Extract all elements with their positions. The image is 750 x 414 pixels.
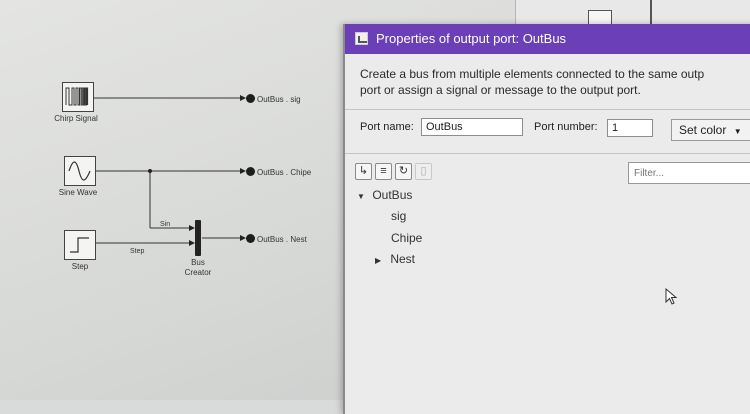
sine-wave-block[interactable] — [64, 156, 96, 186]
bus-creator-label: Bus Creator — [184, 258, 212, 277]
dialog-titlebar[interactable]: Properties of output port: OutBus — [345, 24, 750, 54]
expanded-arrow-icon[interactable]: ▼ — [357, 192, 369, 201]
background-divider — [650, 0, 652, 26]
background-window — [515, 0, 750, 26]
chirp-waveform-icon — [65, 87, 89, 106]
sine-wave-label: Sine Wave — [58, 188, 98, 197]
set-color-label: Set color — [679, 123, 727, 137]
add-element-icon[interactable]: ↳ — [355, 163, 372, 180]
outport-sig-label: OutBus . sig — [257, 95, 301, 104]
step-block[interactable] — [64, 230, 96, 260]
tree-root-label: OutBus — [372, 188, 413, 202]
tree-item-chipe[interactable]: Chipe — [391, 231, 422, 245]
fields-separator — [345, 153, 750, 154]
bus-creator-block[interactable] — [195, 220, 201, 256]
properties-dialog: Properties of output port: OutBus Create… — [343, 24, 750, 414]
chirp-signal-label: Chirp Signal — [54, 114, 98, 123]
sin-signal-label: Sin — [160, 221, 171, 228]
port-number-input[interactable] — [607, 119, 653, 137]
chevron-down-icon: ▼ — [733, 127, 742, 136]
collapsed-arrow-icon[interactable]: ▶ — [375, 256, 387, 265]
outport-nest-dot[interactable] — [246, 234, 255, 243]
step-label: Step — [71, 262, 89, 271]
tree-item-sig[interactable]: sig — [391, 209, 406, 223]
mouse-cursor-icon — [665, 288, 678, 305]
port-name-input[interactable] — [421, 118, 523, 136]
tree-item-nest[interactable]: ▶ Nest — [375, 252, 415, 266]
description-line-1: Create a bus from multiple elements conn… — [360, 67, 705, 81]
port-name-label: Port name: — [360, 121, 414, 133]
chirp-signal-block[interactable] — [62, 82, 94, 112]
outport-chipe-label: OutBus . Chipe — [257, 168, 312, 177]
tree-item-label: Nest — [390, 252, 416, 266]
set-color-button[interactable]: Set color ▼ — [671, 119, 750, 141]
delete-icon[interactable]: ▯ — [415, 163, 432, 180]
outport-chipe-dot[interactable] — [246, 167, 255, 176]
outport-nest-label: OutBus . Nest — [257, 235, 307, 244]
step-signal-label: Step — [130, 248, 145, 255]
refresh-icon[interactable]: ↻ — [395, 163, 412, 180]
tree-item-label: Chipe — [391, 231, 423, 245]
outport-sig-dot[interactable] — [246, 94, 255, 103]
dialog-description: Create a bus from multiple elements conn… — [360, 66, 750, 98]
add-bus-element-icon[interactable]: ≡ — [375, 163, 392, 180]
filter-input[interactable] — [628, 162, 750, 184]
tree-root-outbus[interactable]: ▼ OutBus — [357, 188, 412, 202]
sine-waveform-icon — [68, 161, 91, 181]
step-waveform-icon — [70, 237, 89, 253]
port-number-label: Port number: — [534, 121, 598, 133]
description-separator — [345, 109, 750, 110]
description-line-2: port or assign a signal or message to th… — [360, 83, 641, 97]
dialog-title: Properties of output port: OutBus — [376, 31, 567, 46]
dialog-app-icon — [355, 32, 368, 45]
tree-item-label: sig — [391, 209, 407, 223]
